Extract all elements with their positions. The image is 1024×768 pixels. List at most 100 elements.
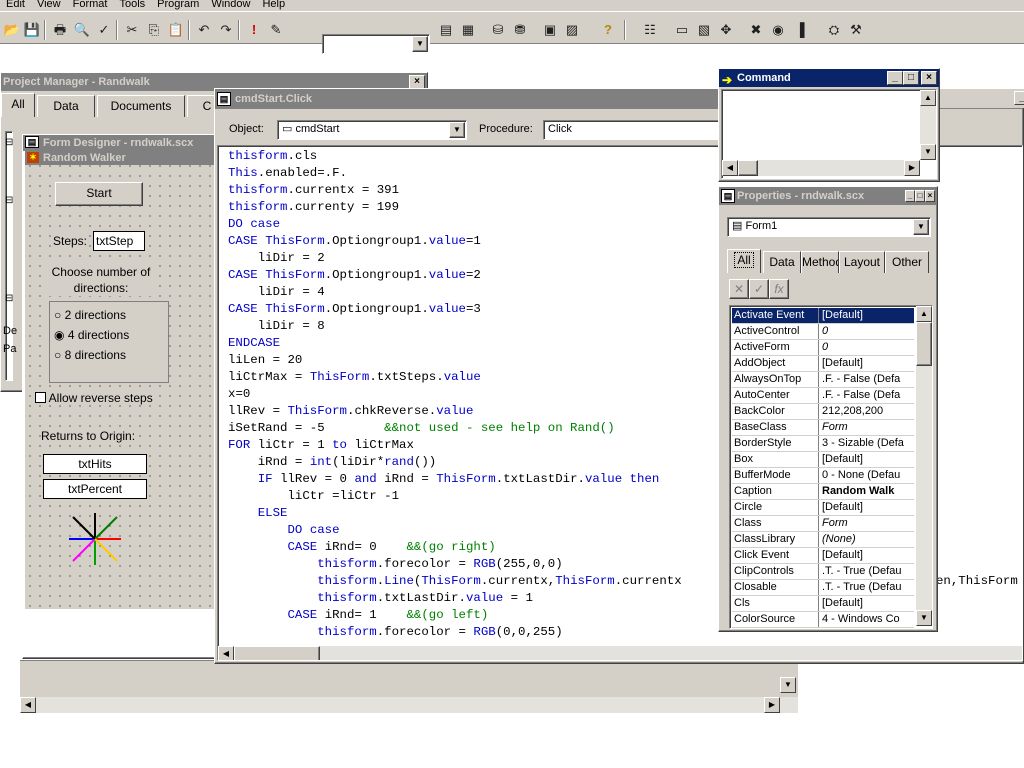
function-icon[interactable]: fx: [769, 279, 789, 299]
percent-textbox[interactable]: txtPercent: [43, 479, 147, 499]
chevron-down-icon[interactable]: ▼: [449, 122, 465, 138]
scroll-thumb[interactable]: [234, 646, 320, 660]
property-row[interactable]: ClipControls .T. - True (Defau: [732, 564, 914, 580]
close-icon[interactable]: ×: [921, 71, 937, 85]
accept-icon[interactable]: ✓: [749, 279, 769, 299]
cancel-icon[interactable]: ✕: [729, 279, 749, 299]
form-designer-titlebar[interactable]: ▤ Form Designer - rndwalk.scx: [23, 135, 221, 151]
property-row[interactable]: BufferMode 0 - None (Defau: [732, 468, 914, 484]
property-list[interactable]: Activate Event [Default] ActiveControl 0 Act…: [729, 305, 933, 629]
cut-icon[interactable]: ✂: [122, 20, 142, 40]
menu-item-tools[interactable]: Tools: [113, 0, 151, 10]
allow-reverse-checkbox[interactable]: Allow reverse steps: [35, 391, 153, 405]
property-row[interactable]: BackColor 212,208,200: [732, 404, 914, 420]
expand-icon[interactable]: ⊟: [5, 293, 13, 304]
expand-icon[interactable]: ⊟: [5, 137, 13, 148]
object-selector[interactable]: ▤ Form1 ▼: [727, 217, 931, 237]
scroll-down-icon[interactable]: ▼: [916, 610, 932, 626]
scroll-right-icon[interactable]: ▶: [764, 697, 780, 713]
maximize-icon[interactable]: □: [903, 71, 919, 85]
form-control-toolbar-icon[interactable]: ◉: [768, 20, 788, 40]
form-canvas[interactable]: ✶ Random Walker Start Steps: txtStep Cho…: [25, 151, 217, 609]
paste-icon[interactable]: 📋: [166, 20, 186, 40]
property-value[interactable]: Form: [819, 516, 914, 531]
layout-icon[interactable]: ☷: [640, 20, 660, 40]
command-input[interactable]: ▲ ▼ ◀ ▶: [721, 89, 937, 179]
property-value[interactable]: 212,208,200: [819, 404, 914, 419]
chevron-down-icon[interactable]: ▼: [412, 36, 428, 52]
redo-icon[interactable]: ↷: [216, 20, 236, 40]
scroll-down-icon[interactable]: ▼: [920, 144, 936, 160]
property-value[interactable]: Form: [819, 420, 914, 435]
save-icon[interactable]: 💾: [22, 20, 42, 40]
property-value[interactable]: 3 - Sizable (Defa: [819, 436, 914, 451]
scroll-thumb[interactable]: [738, 160, 758, 176]
modify-form-icon[interactable]: ✎: [266, 20, 286, 40]
property-row[interactable]: AlwaysOnTop .F. - False (Defa: [732, 372, 914, 388]
database-icon[interactable]: ⛁: [488, 20, 508, 40]
menu-item-format[interactable]: Format: [67, 0, 114, 10]
property-row[interactable]: Caption Random Walk: [732, 484, 914, 500]
property-row[interactable]: ClassLibrary (None): [732, 532, 914, 548]
property-value[interactable]: [Default]: [819, 356, 914, 371]
code-horizontal-scrollbar[interactable]: ◀: [218, 646, 1022, 660]
form-designer-icon[interactable]: ▭: [672, 20, 692, 40]
scroll-left-icon[interactable]: ◀: [722, 160, 738, 176]
property-value[interactable]: [Default]: [819, 452, 914, 467]
option-4-directions[interactable]: ◉ 4 directions: [54, 328, 129, 342]
help-icon[interactable]: ?: [598, 20, 618, 40]
tab-methods[interactable]: Methods: [801, 251, 839, 273]
form-control-icon[interactable]: ▤: [436, 20, 456, 40]
scroll-up-icon[interactable]: ▲: [920, 90, 936, 106]
command-vertical-scrollbar[interactable]: ▲ ▼: [920, 90, 936, 160]
minimize-icon[interactable]: _: [887, 71, 903, 85]
hits-textbox[interactable]: txtHits: [43, 454, 147, 474]
property-value[interactable]: [Default]: [819, 308, 914, 323]
tab-all[interactable]: All: [727, 249, 761, 273]
property-value[interactable]: .T. - True (Defau: [819, 564, 914, 579]
property-row[interactable]: ActiveControl 0: [732, 324, 914, 340]
option-8-directions[interactable]: ○ 8 directions: [54, 348, 126, 362]
tab-data[interactable]: Data: [37, 95, 95, 117]
copy-icon[interactable]: ⎘: [144, 20, 164, 40]
maximize-icon[interactable]: □: [915, 190, 925, 202]
wizard-icon[interactable]: ⛭: [824, 20, 844, 40]
scroll-thumb[interactable]: [916, 322, 932, 366]
property-value[interactable]: [Default]: [819, 500, 914, 515]
property-row[interactable]: Activate Event [Default]: [732, 308, 914, 324]
command-horizontal-scrollbar[interactable]: ◀ ▶: [722, 160, 920, 176]
property-row[interactable]: ActiveForm 0: [732, 340, 914, 356]
close-icon[interactable]: ×: [925, 190, 935, 202]
expand-icon[interactable]: ⊟: [5, 195, 13, 206]
scroll-right-icon[interactable]: ▶: [904, 160, 920, 176]
chevron-down-icon[interactable]: ▼: [913, 219, 929, 235]
tab-data[interactable]: Data: [763, 251, 801, 273]
property-row[interactable]: Box [Default]: [732, 452, 914, 468]
help2-icon[interactable]: ▐: [790, 20, 810, 40]
property-list-scrollbar[interactable]: ▲ ▼: [916, 306, 932, 626]
property-row[interactable]: AutoCenter .F. - False (Defa: [732, 388, 914, 404]
toolbar-combo[interactable]: ▼: [322, 34, 430, 54]
code-icon[interactable]: ✥: [716, 20, 736, 40]
command-icon[interactable]: ▨: [562, 20, 582, 40]
scroll-down-icon[interactable]: ▼: [780, 677, 796, 693]
grid-icon[interactable]: ▦: [458, 20, 478, 40]
property-row[interactable]: Click Event [Default]: [732, 548, 914, 564]
print-icon[interactable]: 🖶: [50, 20, 70, 40]
property-value[interactable]: 0 - None (Defau: [819, 468, 914, 483]
tab-layout[interactable]: Layout: [839, 251, 885, 273]
property-row[interactable]: BaseClass Form: [732, 420, 914, 436]
menu-item-edit[interactable]: Edit: [0, 0, 31, 10]
property-value[interactable]: .F. - False (Defa: [819, 388, 914, 403]
print-preview-icon[interactable]: 🔍: [72, 20, 92, 40]
property-value[interactable]: .F. - False (Defa: [819, 372, 914, 387]
color-palette-icon[interactable]: ✖: [746, 20, 766, 40]
scroll-left-icon[interactable]: ◀: [20, 697, 36, 713]
open-icon[interactable]: 📂: [2, 20, 22, 40]
builder-icon[interactable]: ⚒: [846, 20, 866, 40]
object-combo[interactable]: ▭ cmdStart ▼: [277, 120, 467, 140]
property-row[interactable]: Class Form: [732, 516, 914, 532]
menu-item-help[interactable]: Help: [256, 0, 291, 10]
property-row[interactable]: Cls [Default]: [732, 596, 914, 612]
data-session-icon[interactable]: ⛃: [510, 20, 530, 40]
